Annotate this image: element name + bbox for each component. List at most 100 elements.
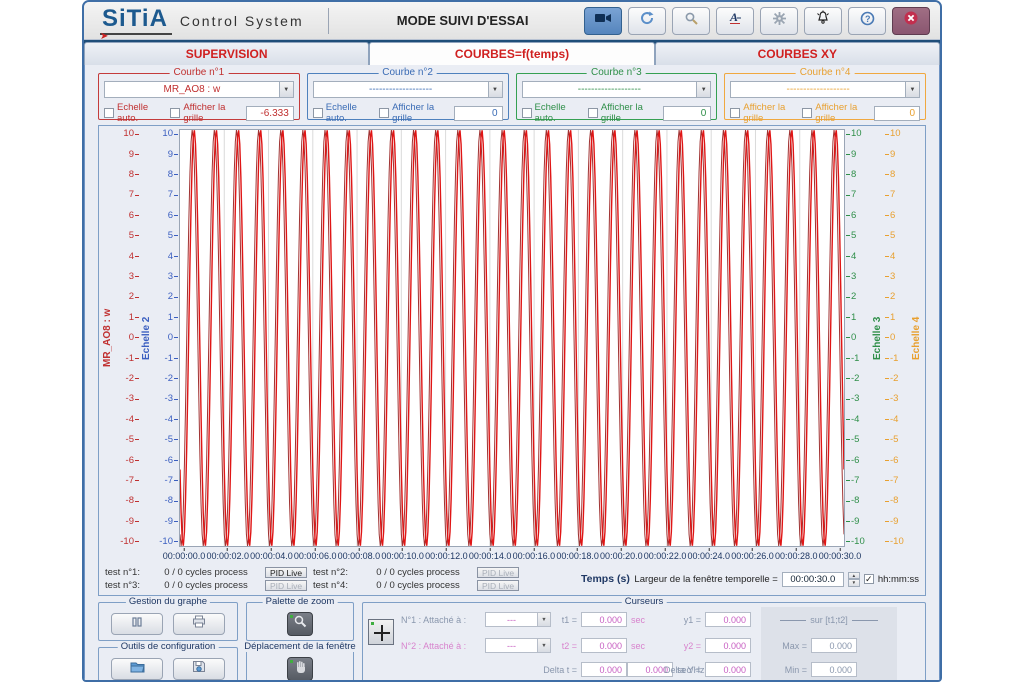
chevron-down-icon: ▼ <box>488 82 502 97</box>
curve2-value-field[interactable]: 0 <box>454 106 502 121</box>
window-move-group: Déplacement de la fenêtre <box>246 647 354 682</box>
curve4-value-field[interactable]: 0 <box>874 106 920 121</box>
curve2-signal-dropdown[interactable]: ------------------- ▼ <box>313 81 503 98</box>
curve2-echelle-auto-label: Echelle auto. <box>326 102 376 124</box>
graph-management-group: Gestion du graphe <box>98 602 238 641</box>
plot-area[interactable] <box>179 129 845 547</box>
curve4-signal-dropdown[interactable]: ------------------- ▼ <box>730 81 920 98</box>
t1-field[interactable]: 0.000 <box>581 612 627 627</box>
max-field: 0.000 <box>811 638 857 653</box>
y-axis-1-title: MR_AO8 : w <box>101 129 114 547</box>
cursor1-attach-dropdown[interactable]: --- ▼ <box>485 612 551 627</box>
test3-label: test n°3: <box>105 580 147 591</box>
window-move-title: Déplacement de la fenêtre <box>241 641 358 652</box>
cursor2-attach-dropdown[interactable]: --- ▼ <box>485 638 551 653</box>
hand-icon <box>294 660 307 678</box>
alarm-button[interactable] <box>804 7 842 35</box>
zoom-tool-button[interactable] <box>287 612 313 636</box>
tab-courbes-xy[interactable]: COURBES XY <box>655 42 940 65</box>
x-axis-labels: 00:00:00.000:00:02.000:00:04.000:00:06.0… <box>184 548 840 563</box>
cursor1-attach-value: --- <box>486 613 537 626</box>
test4-pid-live-button[interactable]: PID Live <box>477 580 519 591</box>
curve4-group-title: Courbe n°4 <box>796 67 855 78</box>
tab-supervision[interactable]: SUPERVISION <box>84 42 369 65</box>
pan-window-button[interactable] <box>287 657 313 681</box>
add-cursor-button[interactable] <box>368 619 394 645</box>
format-checkbox[interactable]: ✓ <box>864 574 874 584</box>
time-window-input[interactable]: 00:00:30.0 <box>782 572 844 587</box>
save-config-button[interactable] <box>173 658 225 680</box>
pause-icon <box>131 615 143 633</box>
config-tools-title: Outils de configuration <box>118 641 219 652</box>
graph-management-title: Gestion du graphe <box>126 596 210 607</box>
curve1-signal-dropdown[interactable]: MR_AO8 : w ▼ <box>104 81 294 98</box>
svg-text:?: ? <box>865 14 871 24</box>
y-axis-2-ticks: 109876543210-1-2-3-4-5-6-7-8-9-10 <box>153 129 179 547</box>
spinner-down-icon[interactable]: ▼ <box>848 579 860 587</box>
test4-cycles: 0 / 0 cycles process <box>363 580 473 591</box>
curve4-echelle-auto-checkbox[interactable] <box>730 108 740 118</box>
chart-panel: MR_AO8 : w 109876543210-1-2-3-4-5-6-7-8-… <box>98 125 926 596</box>
y2-field: 0.000 <box>705 638 751 653</box>
format-label: hh:mm:ss <box>878 574 919 585</box>
max-label: Max = <box>767 641 807 651</box>
open-config-button[interactable] <box>111 658 163 680</box>
active-dot <box>290 615 293 618</box>
magnifier-icon <box>293 614 307 633</box>
zoom-palette-group: Palette de zoom <box>246 602 354 641</box>
test3-pid-live-button[interactable]: PID Live <box>265 580 307 591</box>
min-label: Min = <box>767 665 807 675</box>
delta-t-label: Delta t = <box>533 665 577 675</box>
curve3-echelle-auto-checkbox[interactable] <box>522 108 532 118</box>
refresh-button[interactable] <box>628 7 666 35</box>
y-axis-4-title: Echelle 4 <box>910 129 923 547</box>
toolbar: A ? <box>584 7 934 35</box>
header-separator <box>328 8 329 34</box>
curve3-grille-checkbox[interactable] <box>588 108 598 118</box>
curve2-group-title: Courbe n°2 <box>378 67 437 78</box>
chevron-down-icon: ▼ <box>279 82 293 97</box>
time-window-spinner[interactable]: ▲▼ <box>848 572 860 587</box>
config-tools-group: Outils de configuration <box>98 647 238 682</box>
print-graph-button[interactable] <box>173 613 225 635</box>
gear-icon <box>772 11 787 31</box>
curve2-grille-checkbox[interactable] <box>379 108 389 118</box>
text-annotation-button[interactable]: A <box>716 7 754 35</box>
test2-pid-live-button[interactable]: PID Live <box>477 567 519 578</box>
t2-unit: sec <box>631 641 645 651</box>
spinner-up-icon[interactable]: ▲ <box>848 572 860 580</box>
test1-pid-live-button[interactable]: PID Live <box>265 567 307 578</box>
sur-range-label: sur [t1;t2] <box>765 615 893 625</box>
search-button[interactable] <box>672 7 710 35</box>
curve3-group-title: Courbe n°3 <box>587 67 646 78</box>
curve1-grille-checkbox[interactable] <box>170 108 180 118</box>
cursor2-attach-value: --- <box>486 639 537 652</box>
curve3-echelle-auto-label: Echelle auto. <box>535 102 585 124</box>
curve-selector-row: Courbe n°1 MR_AO8 : w ▼ Echelle auto. Af… <box>98 73 926 120</box>
text-tool-icon: A <box>727 10 743 31</box>
cursor1-attach-label: N°1 : Attaché à : <box>401 615 466 625</box>
curve2-echelle-auto-checkbox[interactable] <box>313 108 323 118</box>
help-button[interactable]: ? <box>848 7 886 35</box>
curve3-value-field[interactable]: 0 <box>663 106 711 121</box>
logo: SiTiA ➤ Control System <box>90 7 314 35</box>
settings-button[interactable] <box>760 7 798 35</box>
t1-label: t1 = <box>549 615 577 625</box>
curve3-signal-dropdown[interactable]: ------------------- ▼ <box>522 81 712 98</box>
curve1-value-field[interactable]: -6.333 <box>246 106 294 121</box>
curve2-grille-label: Afficher la grille <box>392 102 451 124</box>
record-camera-button[interactable] <box>584 7 622 35</box>
tab-courbes-temps[interactable]: COURBES=f(temps) <box>369 42 654 65</box>
curve3-group: Courbe n°3 ------------------- ▼ Echelle… <box>516 73 718 120</box>
help-icon: ? <box>860 11 875 31</box>
close-button[interactable] <box>892 7 930 35</box>
curve1-echelle-auto-label: Echelle auto. <box>117 102 167 124</box>
curve1-echelle-auto-checkbox[interactable] <box>104 108 114 118</box>
pause-graph-button[interactable] <box>111 613 163 635</box>
t2-field[interactable]: 0.000 <box>581 638 627 653</box>
curve4-grille-checkbox[interactable] <box>802 108 812 118</box>
curve1-group-title: Courbe n°1 <box>170 67 229 78</box>
y2-label: y2 = <box>673 641 701 651</box>
y-axis-3-title: Echelle 3 <box>871 129 884 547</box>
curve4-echelle-auto-label: Afficher la grille <box>743 102 799 124</box>
